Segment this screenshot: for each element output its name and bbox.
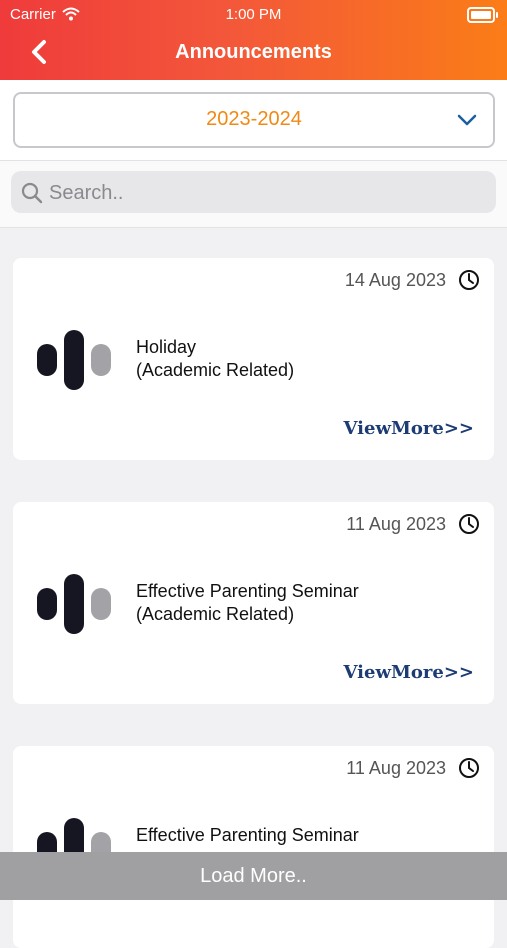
announcement-card[interactable]: 11 Aug 2023 Effective Parenting Seminar [13,746,494,948]
chevron-down-icon [457,114,477,126]
announcement-date: 11 Aug 2023 [346,514,446,534]
year-filter-area: 2023-2024 [0,80,507,161]
announcement-info: Effective Parenting Seminar (Academic Re… [136,580,359,626]
announcement-logo-icon [37,574,111,634]
announcement-card[interactable]: 11 Aug 2023 Effective Parenting Seminar … [13,502,494,704]
announcement-date: 11 Aug 2023 [346,758,446,778]
search-input[interactable] [47,171,481,215]
view-more-link[interactable]: ViewMore>> [344,662,474,683]
search-icon [21,182,43,204]
status-bar: Carrier 1:00 PM [0,4,507,26]
announcement-title: Effective Parenting Seminar [136,581,359,601]
battery-icon [467,7,498,23]
page-title: Announcements [175,41,332,63]
announcement-card[interactable]: 14 Aug 2023 Holiday (Academic Related) V… [13,258,494,460]
announcement-title: Holiday [136,337,197,357]
view-more-link[interactable]: ViewMore>> [344,418,474,439]
clock-icon [459,514,479,534]
year-dropdown-value: 2023-2024 [206,108,302,130]
clock-icon [459,758,479,778]
load-more-button[interactable]: Load More.. [0,852,507,900]
announcement-info: Holiday (Academic Related) [136,336,294,382]
clock-icon [459,270,479,290]
announcement-title: Effective Parenting Seminar [136,825,359,845]
announcement-info: Effective Parenting Seminar [136,824,359,847]
announcement-date: 14 Aug 2023 [344,270,446,290]
app-header: Carrier 1:00 PM Announcements [0,0,507,80]
announcement-category: (Academic Related) [136,604,295,624]
status-time: 1:00 PM [225,6,282,23]
year-dropdown[interactable]: 2023-2024 [13,92,495,148]
search-area [0,161,507,228]
announcement-logo-icon [37,330,111,390]
announcement-category: (Academic Related) [136,360,295,380]
search-bar[interactable] [11,171,496,215]
